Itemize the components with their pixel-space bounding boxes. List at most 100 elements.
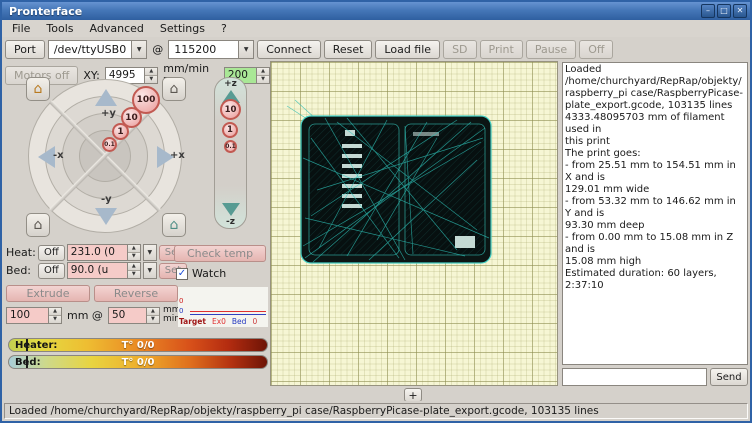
bed-temp-row: Bed: Off 90.0 (u ▲▼ ▼ Set xyxy=(6,262,187,279)
legend-ex0: Ex0 xyxy=(212,317,226,326)
home-icon: ⌂ xyxy=(34,81,43,97)
graph-heater-line xyxy=(190,311,266,312)
extrude-speed-spinner[interactable]: 50 ▲▼ xyxy=(108,307,160,324)
jog-y-plus-label: +y xyxy=(101,108,116,119)
temp-graph: 0 0 Target Ex0 Bed 0 xyxy=(178,287,268,327)
home-z-button[interactable]: ⌂ xyxy=(162,213,186,237)
status-text: Loaded /home/churchyard/RepRap/objekty/r… xyxy=(4,403,748,419)
spin-up-icon[interactable]: ▲ xyxy=(49,308,61,315)
heat-temp-spinner[interactable]: 231.0 (0 ▲▼ xyxy=(67,244,141,261)
spin-up-icon[interactable]: ▲ xyxy=(257,68,269,75)
home-all-button[interactable]: ⌂ xyxy=(26,213,50,237)
xy-jog-pad[interactable]: +y -y -x +x 100 10 1 0.1 ⌂ ⌂ ⌂ ⌂ xyxy=(26,77,186,237)
z-step-1-badge[interactable]: 1 xyxy=(222,122,238,138)
jog-z-minus-arrow-icon[interactable] xyxy=(222,203,240,216)
heat-off-button[interactable]: Off xyxy=(38,245,65,261)
heater-temp-row: Heat: Off 231.0 (0 ▲▼ ▼ Set xyxy=(6,244,187,261)
motion-panel: Motors off XY: 4995 ▲▼ mm/min Z: 200 ▲▼ xyxy=(2,61,270,401)
spin-up-icon[interactable]: ▲ xyxy=(147,308,159,315)
menu-tools[interactable]: Tools xyxy=(38,21,81,36)
jog-y-minus-label: -y xyxy=(101,194,112,205)
z-step-10-badge[interactable]: 10 xyxy=(220,99,241,120)
bed-temp-value[interactable]: 90.0 (u xyxy=(68,263,127,278)
menu-file[interactable]: File xyxy=(4,21,38,36)
bed-gauge: Bed: T° 0/0 xyxy=(8,355,268,369)
graph-bed-line xyxy=(190,314,266,315)
sd-button[interactable]: SD xyxy=(443,40,476,59)
menu-help[interactable]: ? xyxy=(213,21,235,36)
pause-button[interactable]: Pause xyxy=(526,40,576,59)
bed-off-button[interactable]: Off xyxy=(38,263,65,279)
print-button[interactable]: Print xyxy=(480,40,523,59)
baud-value[interactable]: 115200 xyxy=(168,40,238,59)
port-combo[interactable]: /dev/ttyUSB0 ▼ xyxy=(48,40,147,59)
bed-gauge-value: T° 0/0 xyxy=(9,357,267,368)
spin-down-icon[interactable]: ▼ xyxy=(257,75,269,83)
load-file-button[interactable]: Load file xyxy=(375,40,440,59)
home-icon: ⌂ xyxy=(170,81,179,97)
maximize-button[interactable]: □ xyxy=(717,4,731,18)
close-icon: ✕ xyxy=(737,6,744,15)
extrude-speed-arrows[interactable]: ▲▼ xyxy=(146,308,159,323)
port-button[interactable]: Port xyxy=(5,40,45,59)
command-row: Send xyxy=(562,368,748,386)
command-input[interactable] xyxy=(562,368,707,386)
minimize-button[interactable]: – xyxy=(701,4,715,18)
reverse-button[interactable]: Reverse xyxy=(94,285,178,302)
heat-preset-dropdown-icon[interactable]: ▼ xyxy=(143,244,157,261)
watch-toggle[interactable]: ✓ Watch xyxy=(176,267,226,280)
zoom-in-button[interactable]: + xyxy=(404,388,422,402)
spin-up-icon[interactable]: ▲ xyxy=(145,68,157,75)
home-x-button[interactable]: ⌂ xyxy=(26,77,50,101)
jog-y-minus-arrow-icon[interactable] xyxy=(95,208,117,225)
home-y-button[interactable]: ⌂ xyxy=(162,77,186,101)
bed-temp-spinner[interactable]: 90.0 (u ▲▼ xyxy=(67,262,141,279)
off-button[interactable]: Off xyxy=(579,40,613,59)
extrude-speed-value[interactable]: 50 xyxy=(109,308,146,323)
heater-gauge-value: T° 0/0 xyxy=(9,340,267,351)
extrude-button[interactable]: Extrude xyxy=(6,285,90,302)
watch-checkbox[interactable]: ✓ xyxy=(176,268,188,280)
gcode-print-preview xyxy=(285,98,501,274)
close-button[interactable]: ✕ xyxy=(733,4,747,18)
reset-button[interactable]: Reset xyxy=(324,40,373,59)
extrude-length-value[interactable]: 100 xyxy=(7,308,48,323)
menu-settings[interactable]: Settings xyxy=(152,21,213,36)
extrude-length-arrows[interactable]: ▲▼ xyxy=(48,308,61,323)
z-step-01-badge[interactable]: 0.1 xyxy=(224,140,237,153)
maximize-icon: □ xyxy=(720,6,728,15)
gcode-viewer[interactable] xyxy=(270,61,558,386)
spin-down-icon[interactable]: ▼ xyxy=(128,270,140,278)
baud-dropdown-icon[interactable]: ▼ xyxy=(238,40,254,59)
jog-z-plus-label: +z xyxy=(215,79,246,89)
spin-up-icon[interactable]: ▲ xyxy=(128,263,140,270)
jog-x-plus-label: +x xyxy=(170,150,185,161)
log-output[interactable]: Loaded /home/churchyard/RepRap/objekty/ … xyxy=(562,62,748,365)
heater-gauge: Heater: T° 0/0 xyxy=(8,338,268,352)
port-value[interactable]: /dev/ttyUSB0 xyxy=(48,40,131,59)
connect-button[interactable]: Connect xyxy=(257,40,320,59)
legend-zero: 0 xyxy=(252,317,257,326)
spin-down-icon[interactable]: ▼ xyxy=(49,315,61,323)
titlebar[interactable]: Pronterface – □ ✕ xyxy=(2,2,750,20)
port-dropdown-icon[interactable]: ▼ xyxy=(131,40,147,59)
spin-up-icon[interactable]: ▲ xyxy=(128,245,140,252)
jog-step-01-badge[interactable]: 0.1 xyxy=(102,137,117,152)
check-temp-button[interactable]: Check temp xyxy=(174,245,266,262)
z-feed-arrows[interactable]: ▲▼ xyxy=(256,68,269,83)
jog-y-plus-arrow-icon[interactable] xyxy=(95,89,117,106)
at-label: @ xyxy=(150,43,165,56)
jog-step-1-badge[interactable]: 1 xyxy=(112,123,129,140)
heat-temp-value[interactable]: 231.0 (0 xyxy=(68,245,127,260)
baud-combo[interactable]: 115200 ▼ xyxy=(168,40,254,59)
heat-temp-arrows[interactable]: ▲▼ xyxy=(127,245,140,260)
bed-preset-dropdown-icon[interactable]: ▼ xyxy=(143,262,157,279)
send-button[interactable]: Send xyxy=(710,368,748,386)
watch-label: Watch xyxy=(192,267,226,280)
menu-advanced[interactable]: Advanced xyxy=(82,21,152,36)
bed-temp-arrows[interactable]: ▲▼ xyxy=(127,263,140,278)
extrude-length-spinner[interactable]: 100 ▲▼ xyxy=(6,307,62,324)
spin-down-icon[interactable]: ▼ xyxy=(128,252,140,260)
spin-down-icon[interactable]: ▼ xyxy=(147,315,159,323)
z-jog-control[interactable]: +z 10 1 0.1 -z xyxy=(214,77,247,229)
